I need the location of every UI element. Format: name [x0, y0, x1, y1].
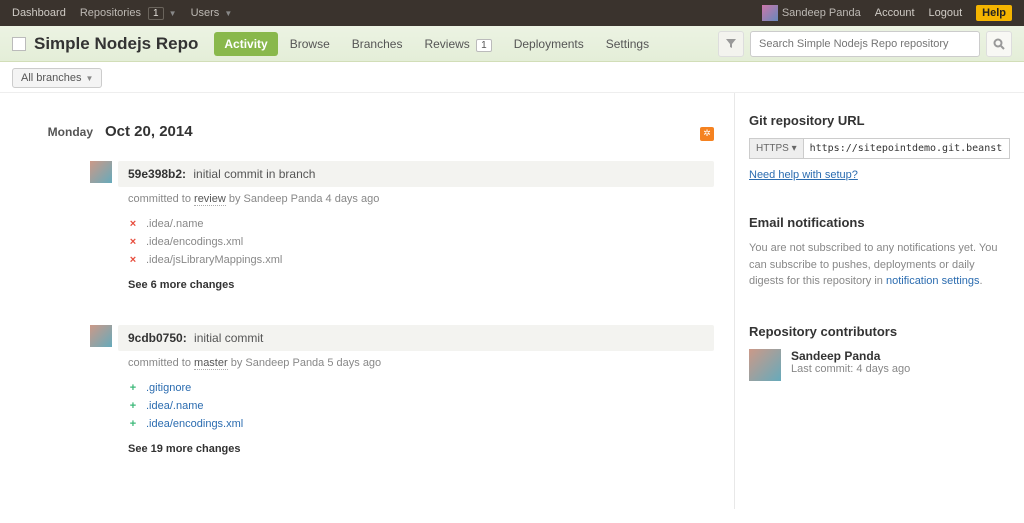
- branch-link[interactable]: review: [194, 193, 226, 206]
- add-icon: +: [128, 400, 138, 412]
- file-link[interactable]: .idea/.name: [146, 400, 203, 412]
- contributor-name[interactable]: Sandeep Panda: [791, 349, 910, 363]
- search-button[interactable]: [986, 31, 1012, 57]
- add-icon: +: [128, 418, 138, 430]
- date-label: Oct 20, 2014: [105, 123, 193, 140]
- file-change-added: + .idea/encodings.xml: [128, 415, 704, 433]
- contributor-sub: Last commit: 4 days ago: [791, 363, 910, 375]
- sidebar: Git repository URL HTTPS ▾ Need help wit…: [734, 93, 1024, 509]
- repo-header: Simple Nodejs Repo Activity Browse Branc…: [0, 26, 1024, 62]
- file-change-deleted: ×.idea/jsLibraryMappings.xml: [128, 251, 704, 269]
- branch-link[interactable]: master: [194, 357, 228, 370]
- setup-help-link[interactable]: Need help with setup?: [749, 169, 858, 181]
- subbar: All branches▼: [0, 62, 1024, 93]
- notification-settings-link[interactable]: notification settings: [886, 275, 980, 287]
- branch-filter-dropdown[interactable]: All branches▼: [12, 68, 102, 88]
- file-change-added: + .idea/.name: [128, 397, 704, 415]
- add-icon: +: [128, 382, 138, 394]
- sidebar-contrib-title: Repository contributors: [749, 324, 1010, 339]
- file-link[interactable]: .idea/encodings.xml: [146, 418, 243, 430]
- day-label: Monday: [20, 125, 105, 139]
- commit-hash: 9cdb0750:: [128, 331, 187, 345]
- nav-dashboard[interactable]: Dashboard: [12, 7, 66, 19]
- rss-icon[interactable]: ✲: [700, 127, 714, 141]
- funnel-icon: [726, 39, 736, 49]
- file-change-deleted: ×.idea/.name: [128, 215, 704, 233]
- nav-users[interactable]: Users ▼: [191, 7, 233, 19]
- git-url-input[interactable]: [803, 138, 1010, 159]
- chevron-down-icon: ▾: [792, 143, 797, 154]
- current-user[interactable]: Sandeep Panda: [762, 5, 861, 21]
- sidebar-git-url-title: Git repository URL: [749, 113, 1010, 128]
- tab-settings[interactable]: Settings: [596, 32, 659, 56]
- delete-icon: ×: [128, 254, 138, 266]
- repo-checkbox[interactable]: [12, 37, 26, 51]
- tab-branches[interactable]: Branches: [342, 32, 413, 56]
- chevron-down-icon: ▼: [169, 9, 177, 18]
- help-button[interactable]: Help: [976, 5, 1012, 21]
- commit-hash: 59e398b2:: [128, 167, 186, 181]
- nav-account[interactable]: Account: [875, 7, 915, 19]
- commit-header[interactable]: 9cdb0750: initial commit: [118, 325, 714, 351]
- reviews-count-badge: 1: [476, 39, 492, 52]
- commit-meta: committed to review by Sandeep Panda 4 d…: [118, 187, 714, 211]
- commit-message: initial commit: [194, 331, 263, 345]
- commit-meta: committed to master by Sandeep Panda 5 d…: [118, 351, 714, 375]
- file-link[interactable]: .gitignore: [146, 382, 191, 394]
- contributor-row: Sandeep Panda Last commit: 4 days ago: [749, 349, 1010, 381]
- see-more-link[interactable]: See 6 more changes: [118, 275, 714, 295]
- nav-repositories[interactable]: Repositories 1 ▼: [80, 7, 177, 20]
- search-icon: [993, 38, 1005, 50]
- tab-deployments[interactable]: Deployments: [504, 32, 594, 56]
- file-change-deleted: ×.idea/encodings.xml: [128, 233, 704, 251]
- email-notif-text: You are not subscribed to any notificati…: [749, 240, 1010, 290]
- tab-reviews[interactable]: Reviews 1: [414, 32, 501, 56]
- tab-browse[interactable]: Browse: [280, 32, 340, 56]
- chevron-down-icon: ▼: [224, 9, 232, 18]
- file-change-added: + .gitignore: [128, 379, 704, 397]
- tab-activity[interactable]: Activity: [214, 32, 277, 56]
- filter-button[interactable]: [718, 31, 744, 57]
- repos-count-badge: 1: [148, 7, 164, 20]
- search-input[interactable]: [750, 31, 980, 57]
- delete-icon: ×: [128, 218, 138, 230]
- commit-block: 59e398b2: initial commit in branch commi…: [90, 161, 714, 295]
- topbar: Dashboard Repositories 1 ▼ Users ▼ Sande…: [0, 0, 1024, 26]
- commit-block: 9cdb0750: initial commit committed to ma…: [90, 325, 714, 459]
- repo-title: Simple Nodejs Repo: [34, 34, 198, 54]
- delete-icon: ×: [128, 236, 138, 248]
- protocol-dropdown[interactable]: HTTPS ▾: [749, 138, 803, 159]
- nav-logout[interactable]: Logout: [929, 7, 963, 19]
- chevron-down-icon: ▼: [86, 74, 94, 83]
- activity-feed: Monday Oct 20, 2014 ✲ 59e398b2: initial …: [0, 93, 734, 509]
- avatar-icon: [762, 5, 778, 21]
- sidebar-email-title: Email notifications: [749, 215, 1010, 230]
- avatar: [90, 161, 112, 183]
- see-more-link[interactable]: See 19 more changes: [118, 439, 714, 459]
- avatar: [90, 325, 112, 347]
- commit-header[interactable]: 59e398b2: initial commit in branch: [118, 161, 714, 187]
- commit-message: initial commit in branch: [193, 167, 315, 181]
- avatar: [749, 349, 781, 381]
